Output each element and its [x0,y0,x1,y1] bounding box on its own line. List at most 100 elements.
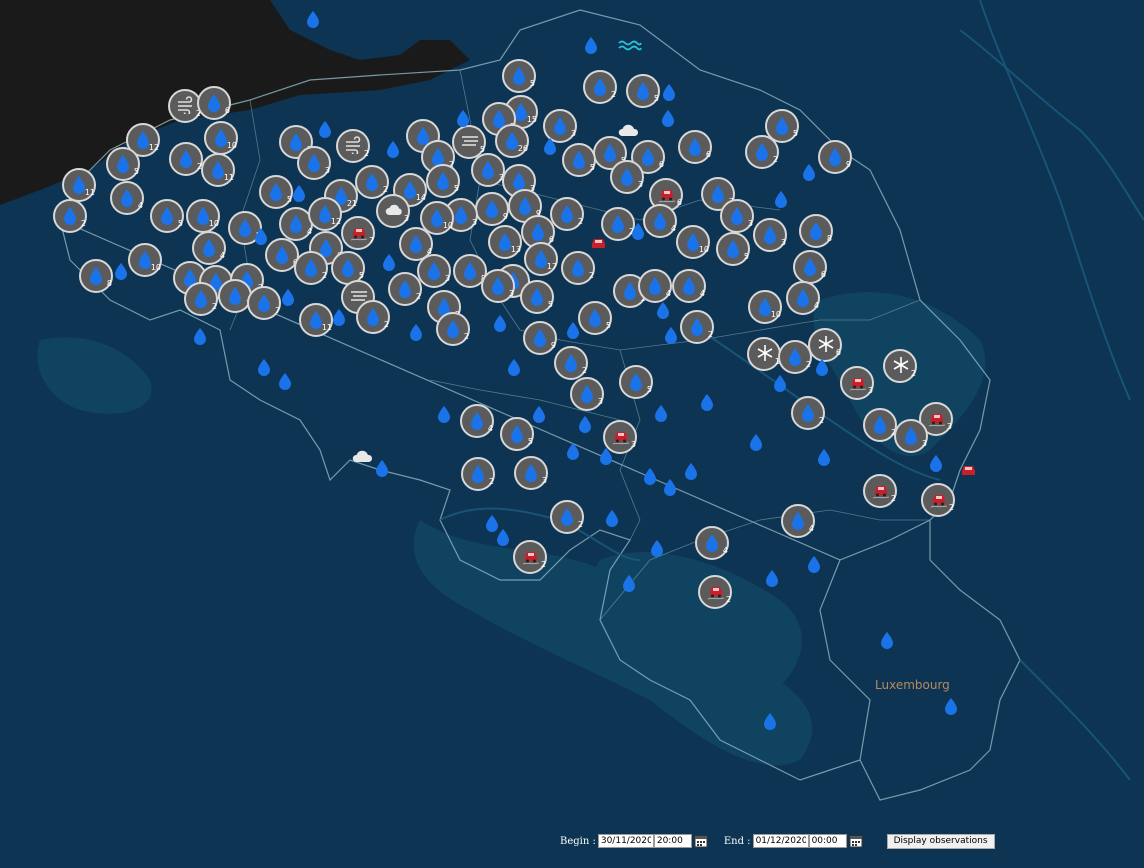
observation-marker-rain[interactable]: 8 [799,214,833,248]
observation-marker-cloud[interactable]: 3 [376,194,410,228]
observation-marker-rain[interactable]: 5 [716,232,750,266]
observation-marker-rain[interactable]: 3 [297,146,331,180]
rain-drop-icon[interactable] [332,308,346,326]
observation-marker-rain[interactable]: 4 [695,526,729,560]
observation-marker-rain[interactable]: 4 [110,181,144,215]
observation-marker-rain[interactable]: 7 [247,286,281,320]
observation-marker-rain[interactable]: 9 [475,192,509,226]
observation-marker-car[interactable]: 7 [341,216,375,250]
rain-drop-icon[interactable] [578,415,592,433]
observation-marker-rain[interactable]: 6 [793,250,827,284]
observation-marker-rain[interactable]: 9 [523,321,557,355]
observation-marker-rain[interactable]: 4 [781,504,815,538]
observation-marker-rain[interactable]: 4 [192,231,226,265]
observation-marker-rain[interactable]: 3 [753,218,787,252]
observation-marker-rain[interactable]: 8 [79,259,113,293]
weather-map[interactable]: Luxembourg 52515261210521111223355263529… [0,0,1144,868]
rain-drop-icon[interactable] [773,374,787,392]
end-date-input[interactable] [752,834,809,848]
observation-marker-rain[interactable]: 5 [259,175,293,209]
observation-marker-rain[interactable]: 17 [524,242,558,276]
car-accident-icon[interactable] [590,235,608,254]
observation-marker-rain[interactable]: 2 [745,135,779,169]
rain-drop-icon[interactable] [631,222,645,240]
observation-marker-rain[interactable]: 5 [520,280,554,314]
rain-drop-icon[interactable] [375,459,389,477]
observation-marker-rain[interactable]: 2 [356,300,390,334]
observation-marker-rain[interactable]: 4 [672,269,706,303]
rain-drop-icon[interactable] [382,253,396,271]
observation-marker-snow[interactable]: 1 [747,337,781,371]
observation-marker-car[interactable]: 3 [840,366,874,400]
observation-marker-rain[interactable]: 11 [201,153,235,187]
observation-marker-rain[interactable]: 10 [186,199,220,233]
observation-marker-rain[interactable]: 4 [786,281,820,315]
rain-drop-icon[interactable] [664,326,678,344]
rain-drop-icon[interactable] [281,288,295,306]
rain-drop-icon[interactable] [278,372,292,390]
rain-drop-icon[interactable] [944,697,958,715]
observation-marker-rain[interactable]: 4 [460,404,494,438]
observation-marker-rain[interactable]: 3 [720,199,754,233]
rain-drop-icon[interactable] [437,405,451,423]
rain-drop-icon[interactable] [880,631,894,649]
observation-marker-rain[interactable]: 2 [388,272,422,306]
observation-marker-rain[interactable]: 3 [471,153,505,187]
observation-marker-rain[interactable]: 2 [461,457,495,491]
rain-drop-icon[interactable] [774,190,788,208]
rain-drop-icon[interactable] [815,358,829,376]
observation-marker-rain[interactable]: 3 [894,419,928,453]
rain-drop-icon[interactable] [254,227,268,245]
observation-marker-rain[interactable]: 2 [550,197,584,231]
observation-marker-rain[interactable]: 10 [748,290,782,324]
rain-drop-icon[interactable] [456,109,470,127]
observation-marker-rain[interactable]: 5 [562,143,596,177]
calendar-icon[interactable] [849,834,863,848]
observation-marker-rain[interactable]: 3 [570,377,604,411]
cloud-icon[interactable] [618,122,640,141]
rain-drop-icon[interactable] [622,574,636,592]
rain-drop-icon[interactable] [684,462,698,480]
observation-marker-rain[interactable]: 12 [308,197,342,231]
rain-drop-icon[interactable] [386,140,400,158]
rain-drop-icon[interactable] [114,262,128,280]
observation-marker-rain[interactable]: 2 [550,500,584,534]
observation-marker-rain[interactable]: 5 [578,301,612,335]
rain-drop-icon[interactable] [599,447,613,465]
observation-marker-rain[interactable]: 2 [583,70,617,104]
observation-marker-rain[interactable]: 26 [495,124,529,158]
rain-drop-icon[interactable] [532,405,546,423]
observation-marker-rain[interactable]: 5 [426,164,460,198]
rain-drop-icon[interactable] [763,712,777,730]
cloud-icon[interactable] [352,448,374,467]
rain-drop-icon[interactable] [749,433,763,451]
rain-drop-icon[interactable] [507,358,521,376]
observation-marker-rain[interactable]: 5 [619,365,653,399]
rain-drop-icon[interactable] [318,120,332,138]
rain-drop-icon[interactable] [257,358,271,376]
observation-marker-rain[interactable]: 2 [680,310,714,344]
rain-drop-icon[interactable] [493,314,507,332]
observation-marker-rain[interactable]: 10 [676,225,710,259]
observation-marker-car[interactable]: 2 [863,474,897,508]
rain-drop-icon[interactable] [650,539,664,557]
observation-marker-rain[interactable]: 2 [791,396,825,430]
observation-marker-snow[interactable]: 2 [883,349,917,383]
observation-marker-rain[interactable]: 3 [514,456,548,490]
observation-marker-rain[interactable]: 9 [818,140,852,174]
rain-drop-icon[interactable] [802,163,816,181]
observation-marker-rain[interactable]: 10 [204,121,238,155]
rain-drop-icon[interactable] [656,301,670,319]
display-observations-button[interactable]: Display observations [886,833,995,849]
rain-drop-icon[interactable] [566,442,580,460]
waves-icon[interactable] [618,38,642,57]
rain-drop-icon[interactable] [663,478,677,496]
observation-marker-rain[interactable]: 2 [554,346,588,380]
rain-drop-icon[interactable] [496,528,510,546]
rain-drop-icon[interactable] [605,509,619,527]
observation-marker-rain[interactable]: 2 [53,199,87,233]
observation-marker-rain[interactable]: 4 [643,204,677,238]
observation-marker-car[interactable]: 2 [921,483,955,517]
observation-marker-rain[interactable]: 5 [502,59,536,93]
observation-marker-snow[interactable]: 6 [808,328,842,362]
